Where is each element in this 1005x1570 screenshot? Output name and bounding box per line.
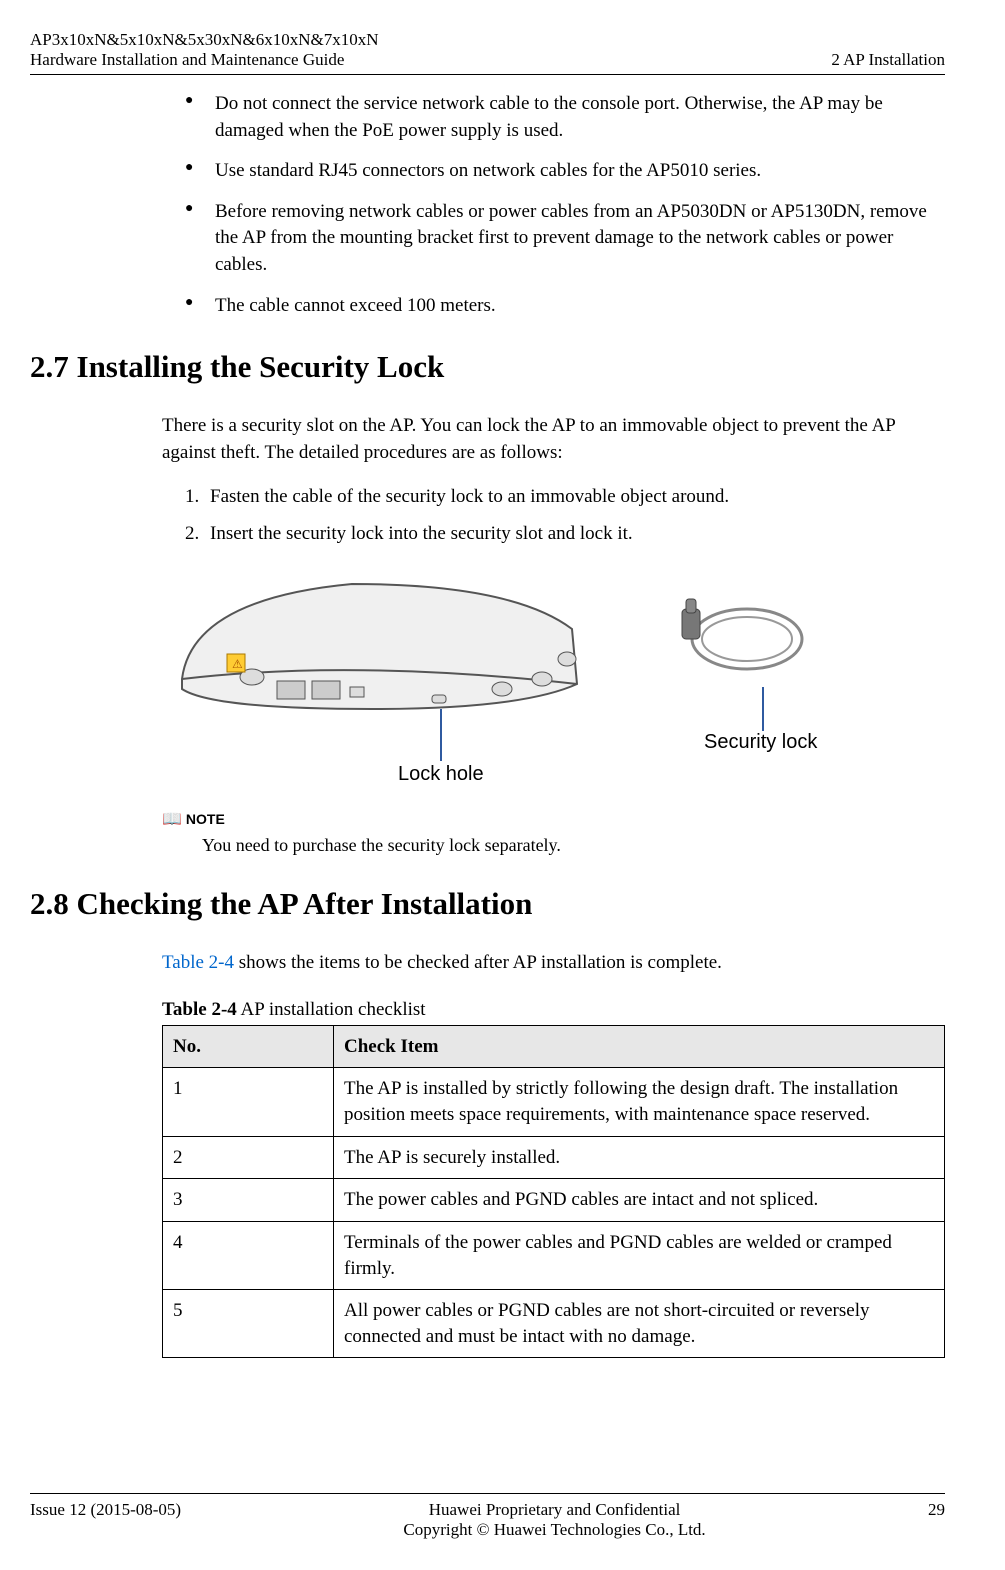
- footer-page-number: 29: [928, 1500, 945, 1540]
- intro-suffix: shows the items to be checked after AP i…: [234, 952, 722, 973]
- cell-no: 2: [163, 1136, 334, 1179]
- security-lock-illustration: [662, 589, 812, 689]
- section-2-8-intro: Table 2-4 shows the items to be checked …: [162, 950, 945, 977]
- cell-item: All power cables or PGND cables are not …: [334, 1290, 945, 1358]
- table-row: 4 Terminals of the power cables and PGND…: [163, 1221, 945, 1289]
- bullet-item: Do not connect the service network cable…: [185, 91, 945, 144]
- footer-center-2: Copyright © Huawei Technologies Co., Ltd…: [403, 1520, 705, 1540]
- note-label-text: NOTE: [186, 811, 225, 827]
- header-section-label: 2 AP Installation: [831, 50, 945, 70]
- footer-issue: Issue 12 (2015-08-05): [30, 1500, 181, 1540]
- col-header-item: Check Item: [334, 1025, 945, 1068]
- cell-no: 1: [163, 1068, 334, 1136]
- section-2-7-heading: 2.7 Installing the Security Lock: [30, 349, 945, 385]
- ap-device-illustration: ⚠: [172, 559, 592, 729]
- bullet-list: Do not connect the service network cable…: [185, 91, 945, 319]
- bullet-item: The cable cannot exceed 100 meters.: [185, 293, 945, 320]
- footer-center-1: Huawei Proprietary and Confidential: [403, 1500, 705, 1520]
- cell-item: Terminals of the power cables and PGND c…: [334, 1221, 945, 1289]
- note-body-text: You need to purchase the security lock s…: [202, 835, 945, 856]
- security-lock-figure: ⚠ Lock hole: [172, 559, 872, 799]
- col-header-no: No.: [163, 1025, 334, 1068]
- callout-line: [440, 709, 442, 761]
- table-xref-link[interactable]: Table 2-4: [162, 952, 234, 973]
- step-item: Fasten the cable of the security lock to…: [204, 482, 945, 512]
- svg-text:⚠: ⚠: [232, 657, 243, 671]
- header-product-line1: AP3x10xN&5x10xN&5x30xN&6x10xN&7x10xN: [30, 30, 379, 50]
- security-lock-label: Security lock: [704, 731, 817, 754]
- table-caption: Table 2-4 AP installation checklist: [162, 999, 945, 1021]
- cell-item: The AP is installed by strictly followin…: [334, 1068, 945, 1136]
- callout-line: [762, 687, 764, 731]
- cell-item: The power cables and PGND cables are int…: [334, 1179, 945, 1222]
- page-footer: Issue 12 (2015-08-05) Huawei Proprietary…: [30, 1493, 945, 1540]
- section-2-8-heading: 2.8 Checking the AP After Installation: [30, 886, 945, 922]
- cell-no: 5: [163, 1290, 334, 1358]
- table-row: 3 The power cables and PGND cables are i…: [163, 1179, 945, 1222]
- table-caption-rest: AP installation checklist: [237, 999, 426, 1020]
- table-row: 1 The AP is installed by strictly follow…: [163, 1068, 945, 1136]
- note-block: 📖 NOTE You need to purchase the security…: [162, 809, 945, 856]
- cell-item: The AP is securely installed.: [334, 1136, 945, 1179]
- step-item: Insert the security lock into the securi…: [204, 519, 945, 549]
- page-header: AP3x10xN&5x10xN&5x30xN&6x10xN&7x10xN Har…: [30, 30, 945, 75]
- header-product-line2: Hardware Installation and Maintenance Gu…: [30, 50, 379, 70]
- bullet-item: Use standard RJ45 connectors on network …: [185, 158, 945, 185]
- section-2-7-steps: Fasten the cable of the security lock to…: [162, 482, 945, 549]
- note-book-icon: 📖: [162, 809, 182, 829]
- cell-no: 4: [163, 1221, 334, 1289]
- lock-hole-label: Lock hole: [398, 763, 484, 786]
- bullet-item: Before removing network cables or power …: [185, 199, 945, 279]
- table-row: 2 The AP is securely installed.: [163, 1136, 945, 1179]
- cell-no: 3: [163, 1179, 334, 1222]
- table-caption-bold: Table 2-4: [162, 999, 237, 1020]
- section-2-7-intro: There is a security slot on the AP. You …: [162, 413, 945, 466]
- table-row: 5 All power cables or PGND cables are no…: [163, 1290, 945, 1358]
- installation-checklist-table: No. Check Item 1 The AP is installed by …: [162, 1025, 945, 1359]
